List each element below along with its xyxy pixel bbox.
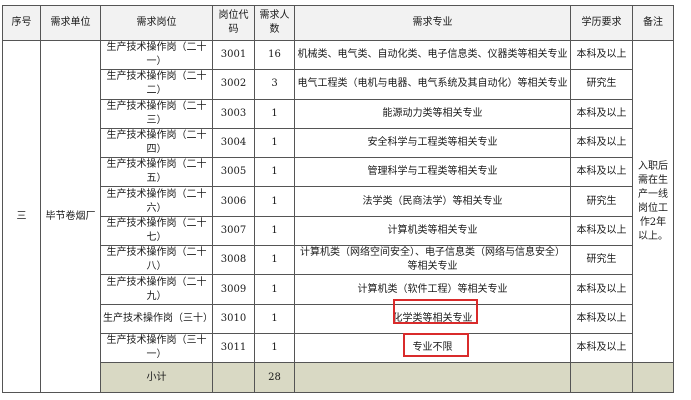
code-cell: 3002 xyxy=(212,69,255,100)
subtotal-empty-cell xyxy=(632,362,674,394)
table-row: 生产技术操作岗（三十） 3010 1 化学类等相关专业 本科及以上 xyxy=(3,303,674,334)
header-edu: 学历要求 xyxy=(570,5,633,41)
header-note: 备注 xyxy=(632,5,674,41)
header-seq: 序号 xyxy=(2,5,41,41)
header-count: 需求人数 xyxy=(254,5,295,41)
post-cell: 生产技术操作岗（二十四） xyxy=(100,127,213,159)
unit-cell: 毕节卷烟厂 xyxy=(40,39,101,394)
table-row: 生产技术操作岗（二十八） 3008 1 计算机类（网络空间安全）、电子信息类（网… xyxy=(3,245,674,276)
highlight-box-any-major xyxy=(403,333,469,357)
header-unit: 需求单位 xyxy=(40,5,101,41)
header-major: 需求专业 xyxy=(294,5,571,41)
code-cell: 3005 xyxy=(212,157,255,188)
edu-cell: 本科及以上 xyxy=(570,39,633,71)
count-cell: 1 xyxy=(254,245,295,276)
post-cell: 生产技术操作岗（二十七） xyxy=(100,215,213,247)
code-cell: 3001 xyxy=(212,39,255,71)
edu-cell: 研究生 xyxy=(570,69,633,100)
recruitment-table: 序号 需求单位 需求岗位 岗位代码 需求人数 需求专业 学历要求 备注 三 毕节… xyxy=(2,5,674,394)
major-cell: 电气工程类（电机与电器、电气系统及其自动化）等相关专业 xyxy=(294,69,571,100)
code-cell: 3010 xyxy=(212,303,255,334)
count-cell: 1 xyxy=(254,274,295,305)
subtotal-count: 28 xyxy=(254,362,295,394)
highlight-box-chemistry xyxy=(393,299,478,324)
post-cell: 生产技术操作岗（二十九） xyxy=(100,274,213,305)
count-cell: 1 xyxy=(254,98,295,129)
code-cell: 3008 xyxy=(212,245,255,276)
table-row: 生产技术操作岗（二十七） 3007 1 计算机类等相关专业 本科及以上 xyxy=(3,215,674,247)
edu-cell: 本科及以上 xyxy=(570,127,633,159)
count-cell: 1 xyxy=(254,127,295,159)
count-cell: 1 xyxy=(254,186,295,217)
count-cell: 3 xyxy=(254,69,295,100)
post-cell: 生产技术操作岗（二十五） xyxy=(100,157,213,188)
count-cell: 16 xyxy=(254,39,295,71)
header-row: 序号 需求单位 需求岗位 岗位代码 需求人数 需求专业 学历要求 备注 xyxy=(2,5,674,41)
count-cell: 1 xyxy=(254,303,295,334)
edu-cell: 本科及以上 xyxy=(570,303,633,334)
major-cell: 管理科学与工程类等相关专业 xyxy=(294,157,571,188)
count-cell: 1 xyxy=(254,332,295,364)
subtotal-empty-cell xyxy=(212,362,255,394)
table-row: 生产技术操作岗（三十一） 3011 1 专业不限 本科及以上 xyxy=(3,332,674,364)
table-row: 生产技术操作岗（二十二） 3002 3 电气工程类（电机与电器、电气系统及其自动… xyxy=(3,69,674,100)
count-cell: 1 xyxy=(254,215,295,247)
seq-cell: 三 xyxy=(2,39,41,394)
edu-cell: 研究生 xyxy=(570,245,633,276)
code-cell: 3004 xyxy=(212,127,255,159)
post-cell: 生产技术操作岗（三十） xyxy=(100,303,213,334)
post-cell: 生产技术操作岗（二十六） xyxy=(100,186,213,217)
edu-cell: 本科及以上 xyxy=(570,215,633,247)
table-row: 三 毕节卷烟厂 生产技术操作岗（二十一） 3001 16 机械类、电气类、自动化… xyxy=(2,39,674,394)
note-cell: 入职后需在生产一线岗位工作2年以上。 xyxy=(632,39,674,364)
code-cell: 3003 xyxy=(212,98,255,129)
code-cell: 3011 xyxy=(212,332,255,364)
edu-cell: 本科及以上 xyxy=(570,332,633,364)
post-cell: 生产技术操作岗（二十一） xyxy=(100,39,213,71)
count-cell: 1 xyxy=(254,157,295,188)
edu-cell: 本科及以上 xyxy=(570,274,633,305)
subtotal-label: 小计 xyxy=(100,362,213,394)
table-row: 生产技术操作岗（二十四） 3004 1 安全科学与工程类等相关专业 本科及以上 xyxy=(3,127,674,159)
table-row: 生产技术操作岗（二十三） 3003 1 能源动力类等相关专业 本科及以上 xyxy=(3,98,674,129)
post-cell: 生产技术操作岗（二十三） xyxy=(100,98,213,129)
code-cell: 3006 xyxy=(212,186,255,217)
major-cell: 计算机类等相关专业 xyxy=(294,215,571,247)
table-row: 生产技术操作岗（二十五） 3005 1 管理科学与工程类等相关专业 本科及以上 xyxy=(3,157,674,188)
header-post: 需求岗位 xyxy=(100,5,213,41)
major-cell: 机械类、电气类、自动化类、电子信息类、仪器类等相关专业 xyxy=(294,39,571,71)
edu-cell: 本科及以上 xyxy=(570,98,633,129)
header-code: 岗位代码 xyxy=(212,5,255,41)
table-row: 生产技术操作岗（二十六） 3006 1 法学类（民商法学）等相关专业 研究生 xyxy=(3,186,674,217)
major-cell: 法学类（民商法学）等相关专业 xyxy=(294,186,571,217)
code-cell: 3007 xyxy=(212,215,255,247)
table-row: 生产技术操作岗（二十九） 3009 1 计算机类（软件工程）等相关专业 本科及以… xyxy=(3,274,674,305)
edu-cell: 本科及以上 xyxy=(570,157,633,188)
code-cell: 3009 xyxy=(212,274,255,305)
subtotal-row: 小计 28 xyxy=(3,362,674,394)
major-cell: 安全科学与工程类等相关专业 xyxy=(294,127,571,159)
edu-cell: 研究生 xyxy=(570,186,633,217)
major-cell: 能源动力类等相关专业 xyxy=(294,98,571,129)
post-cell: 生产技术操作岗（二十二） xyxy=(100,69,213,100)
major-cell: 计算机类（网络空间安全）、电子信息类（网络与信息安全）等相关专业 xyxy=(294,245,571,276)
post-cell: 生产技术操作岗（三十一） xyxy=(100,332,213,364)
subtotal-empty-cell xyxy=(294,362,571,394)
subtotal-empty-cell xyxy=(570,362,633,394)
post-cell: 生产技术操作岗（二十八） xyxy=(100,245,213,276)
